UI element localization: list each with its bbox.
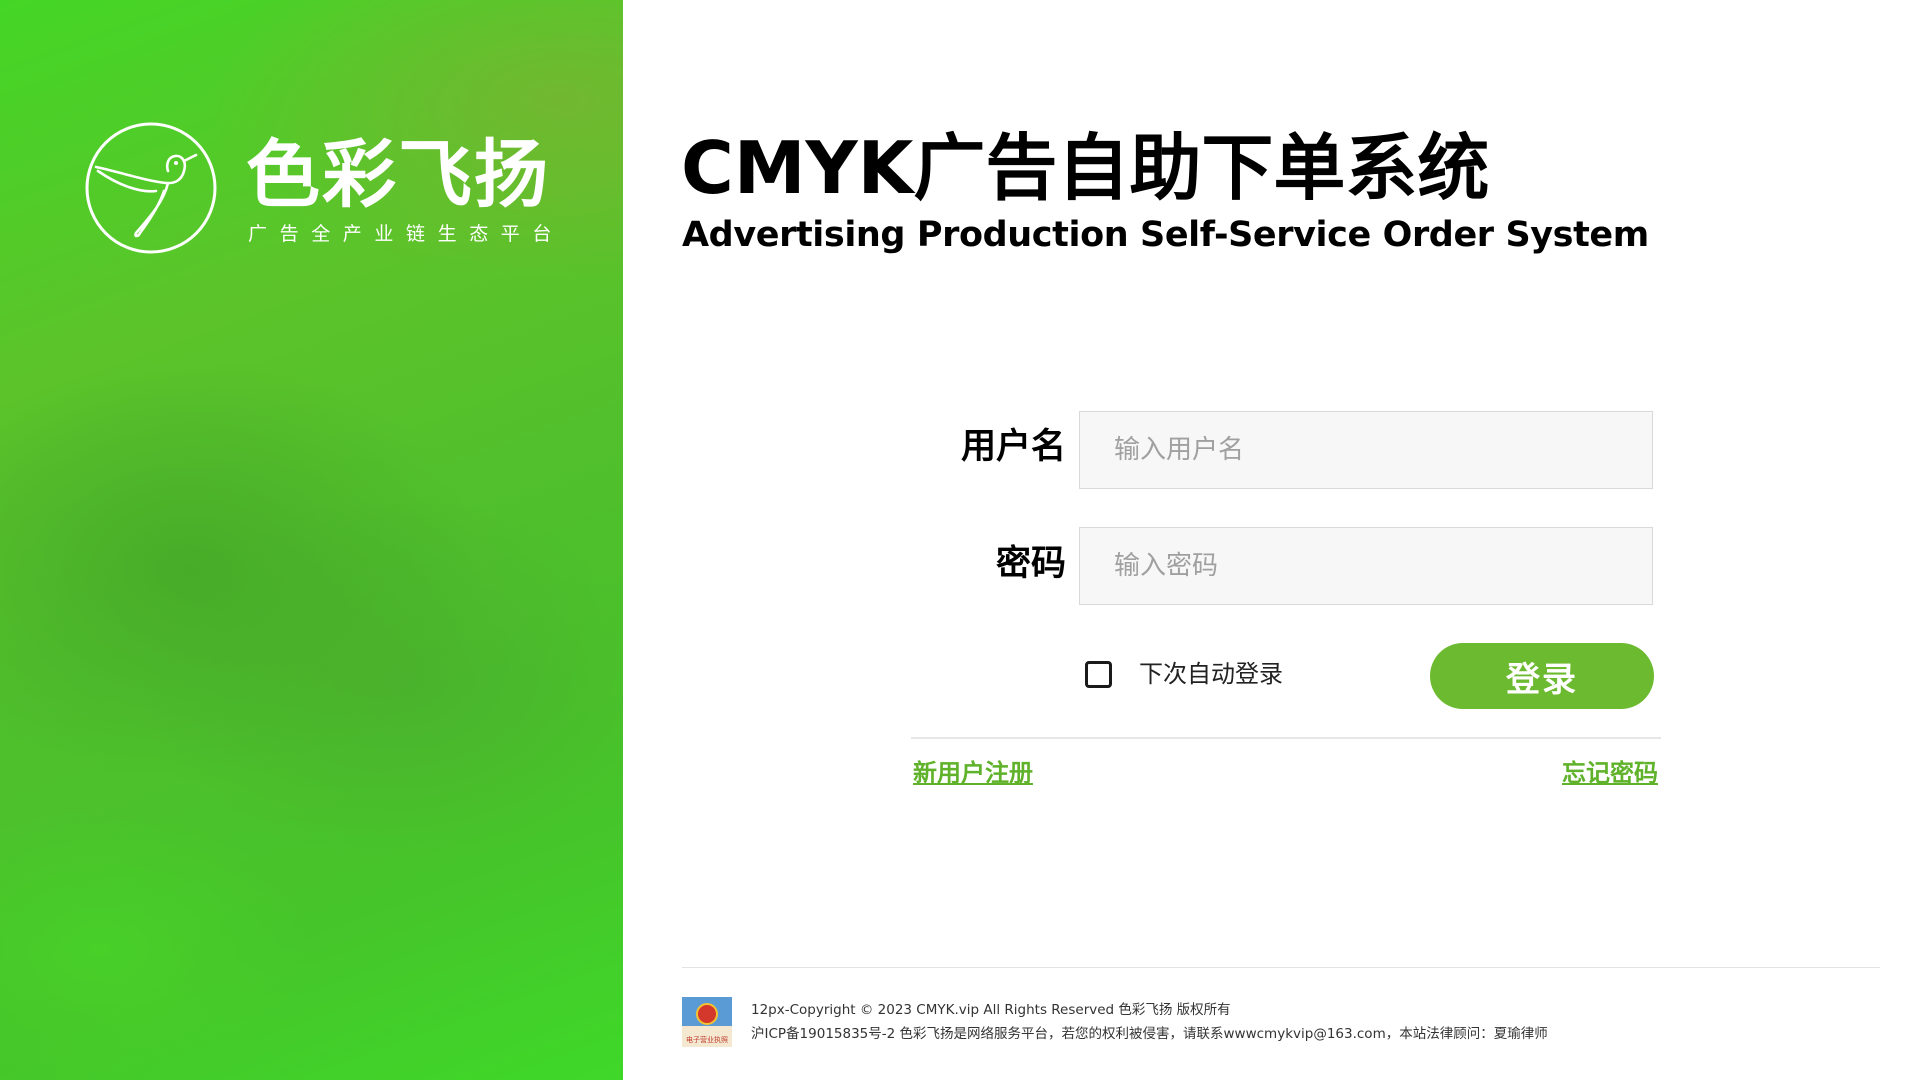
business-license-icon[interactable]: 电子营业执照 <box>682 997 732 1047</box>
page-title: CMYK广告自助下单系统 <box>681 126 1490 210</box>
form-divider <box>911 737 1661 739</box>
footer-icp: 沪ICP备19015835号-2 色彩飞扬是网络服务平台，若您的权利被侵害，请联… <box>751 1026 1548 1042</box>
brand-slogan: 广告全产业链生态平台 <box>248 223 565 245</box>
remember-checkbox[interactable] <box>1085 661 1112 688</box>
username-input[interactable] <box>1079 411 1653 489</box>
footer-copyright: 12px-Copyright © 2023 CMYK.vip All Right… <box>751 1002 1231 1018</box>
login-page: 色彩飞扬 广告全产业链生态平台 CMYK广告自助下单系统 Advertising… <box>0 0 1920 1080</box>
brand-name: 色彩飞扬 <box>246 132 550 218</box>
hummingbird-icon <box>85 122 217 254</box>
login-button[interactable]: 登录 <box>1430 643 1654 709</box>
brand-panel: 色彩飞扬 广告全产业链生态平台 <box>0 0 623 1080</box>
remember-label[interactable]: 下次自动登录 <box>1139 662 1283 686</box>
register-link[interactable]: 新用户注册 <box>913 760 1033 787</box>
footer-divider <box>682 967 1880 968</box>
password-input[interactable] <box>1079 527 1653 605</box>
username-label: 用户名 <box>960 427 1066 467</box>
password-label: 密码 <box>995 544 1066 584</box>
license-badge-text: 电子营业执照 <box>686 1036 728 1044</box>
forgot-password-link[interactable]: 忘记密码 <box>1562 760 1658 787</box>
page-subtitle: Advertising Production Self-Service Orde… <box>682 215 1649 255</box>
emblem-icon <box>696 1003 718 1025</box>
